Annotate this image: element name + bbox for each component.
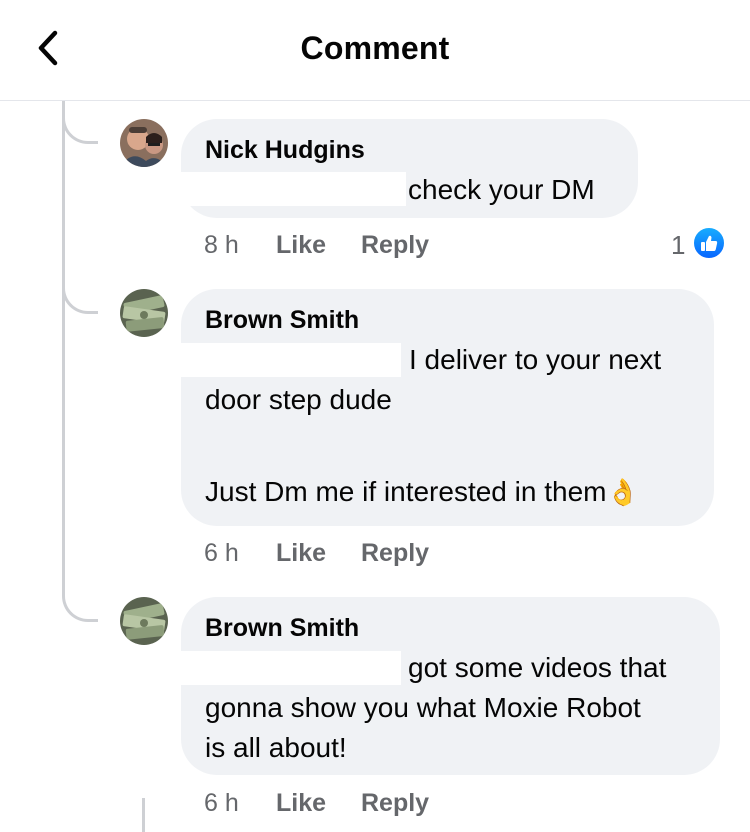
comment-time: 6 h <box>204 789 239 817</box>
reply-button[interactable]: Reply <box>361 539 429 568</box>
comment-author[interactable]: Brown Smith <box>205 306 359 335</box>
like-button[interactable]: Like <box>276 789 326 818</box>
comment-text: check your DM <box>408 174 595 205</box>
header: Comment <box>0 0 750 101</box>
avatar[interactable] <box>120 597 168 645</box>
like-button[interactable]: Like <box>276 231 326 260</box>
comment-time: 8 h <box>204 231 239 259</box>
reaction-count[interactable]: 1 <box>671 230 685 261</box>
ok-hand-emoji: 👌 <box>606 477 639 507</box>
comment-text-line: door step dude <box>205 384 392 415</box>
comment-text-line: gonna show you what Moxie Robot <box>205 692 641 723</box>
comment-text: Just Dm me if interested in them <box>205 476 607 507</box>
comment-text-line: Just Dm me if interested in them👌 <box>205 472 639 512</box>
comment-author[interactable]: Nick Hudgins <box>205 136 365 165</box>
avatar[interactable] <box>120 289 168 337</box>
page-title: Comment <box>300 30 450 66</box>
thread-connector <box>62 278 98 314</box>
redacted-mention <box>181 172 406 206</box>
redacted-mention <box>181 651 401 685</box>
thumbs-up-icon[interactable] <box>692 226 726 260</box>
comment-text-line: is all about! <box>205 732 347 763</box>
comment-page: Comment Nick Hudgins check your DM 8 h L… <box>0 0 750 832</box>
reply-button[interactable]: Reply <box>361 789 429 818</box>
thread-connector <box>62 108 98 144</box>
comment-text-line: I deliver to your next <box>409 344 662 375</box>
avatar[interactable] <box>120 119 168 167</box>
reply-button[interactable]: Reply <box>361 231 429 260</box>
redacted-mention <box>181 343 401 377</box>
thread-connector <box>62 586 98 622</box>
comment-time: 6 h <box>204 539 239 567</box>
comment-author[interactable]: Brown Smith <box>205 614 359 643</box>
comment-text-line: got some videos that <box>408 652 667 683</box>
thread-line <box>62 101 65 594</box>
like-button[interactable]: Like <box>276 539 326 568</box>
thread-line <box>142 798 145 832</box>
